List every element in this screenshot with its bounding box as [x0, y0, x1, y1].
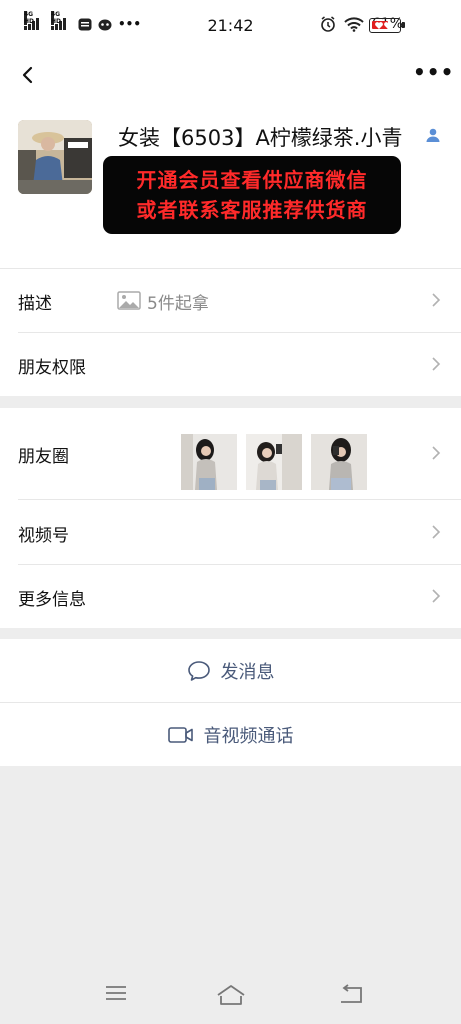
row-label: 更多信息: [18, 590, 86, 610]
person-icon: [426, 128, 440, 142]
row-friend-permissions[interactable]: 朋友权限: [0, 332, 461, 396]
back-icon[interactable]: [338, 984, 364, 1004]
alarm-icon: [321, 16, 335, 32]
moments-thumbnails: [181, 434, 367, 490]
row-label: 视频号: [18, 526, 69, 546]
menu-icon[interactable]: [104, 984, 128, 1002]
battery-icon: [369, 18, 401, 33]
row-description[interactable]: 描述 5件起拿: [0, 268, 461, 332]
video-call-label: 音视频通话: [203, 725, 294, 747]
chevron-right-icon: [432, 446, 441, 460]
send-message-label: 发消息: [220, 661, 275, 683]
row-label: 朋友圈: [18, 447, 69, 467]
avatar[interactable]: [18, 120, 92, 194]
chevron-right-icon: [432, 293, 441, 307]
status-bar: 4G HD 4G HD ••• 21:42 61%: [0, 0, 461, 52]
chevron-right-icon: [432, 589, 441, 603]
video-camera-icon: [167, 726, 193, 743]
chat-bubble-icon: [187, 660, 210, 681]
row-label: 描述: [18, 294, 52, 314]
moments-photo: [181, 434, 237, 490]
system-navigation-bar: [0, 964, 461, 1024]
chevron-right-icon: [432, 525, 441, 539]
profile-header: 女装【6503】A柠檬绿茶.小青 开通会员查看供应商微信 或者联系客服推荐供货商: [0, 100, 461, 268]
more-dots-icon[interactable]: •••: [413, 60, 453, 90]
promo-line-1: 开通会员查看供应商微信: [136, 168, 368, 192]
row-more-info[interactable]: 更多信息: [0, 564, 461, 628]
promo-banner[interactable]: 开通会员查看供应商微信 或者联系客服推荐供货商: [103, 156, 401, 234]
chevron-right-icon: [432, 357, 441, 371]
back-arrow-icon[interactable]: [14, 60, 44, 90]
moments-photo: [311, 434, 367, 490]
video-call-button[interactable]: 音视频通话: [0, 702, 461, 766]
top-navigation-bar: •••: [0, 52, 461, 100]
moments-photo: [246, 434, 302, 490]
promo-line-2: 或者联系客服推荐供货商: [136, 198, 368, 222]
row-value: 5件起拿: [147, 294, 209, 314]
send-message-button[interactable]: 发消息: [0, 639, 461, 702]
contact-name: 女装【6503】A柠檬绿茶.小青: [118, 126, 403, 150]
battery-cap: [402, 22, 405, 28]
row-moments[interactable]: 朋友圈: [0, 408, 461, 499]
image-icon: [117, 291, 141, 310]
wifi-icon: [344, 16, 364, 32]
home-icon[interactable]: [215, 984, 247, 1006]
row-channels[interactable]: 视频号: [0, 499, 461, 564]
row-label: 朋友权限: [18, 358, 86, 378]
